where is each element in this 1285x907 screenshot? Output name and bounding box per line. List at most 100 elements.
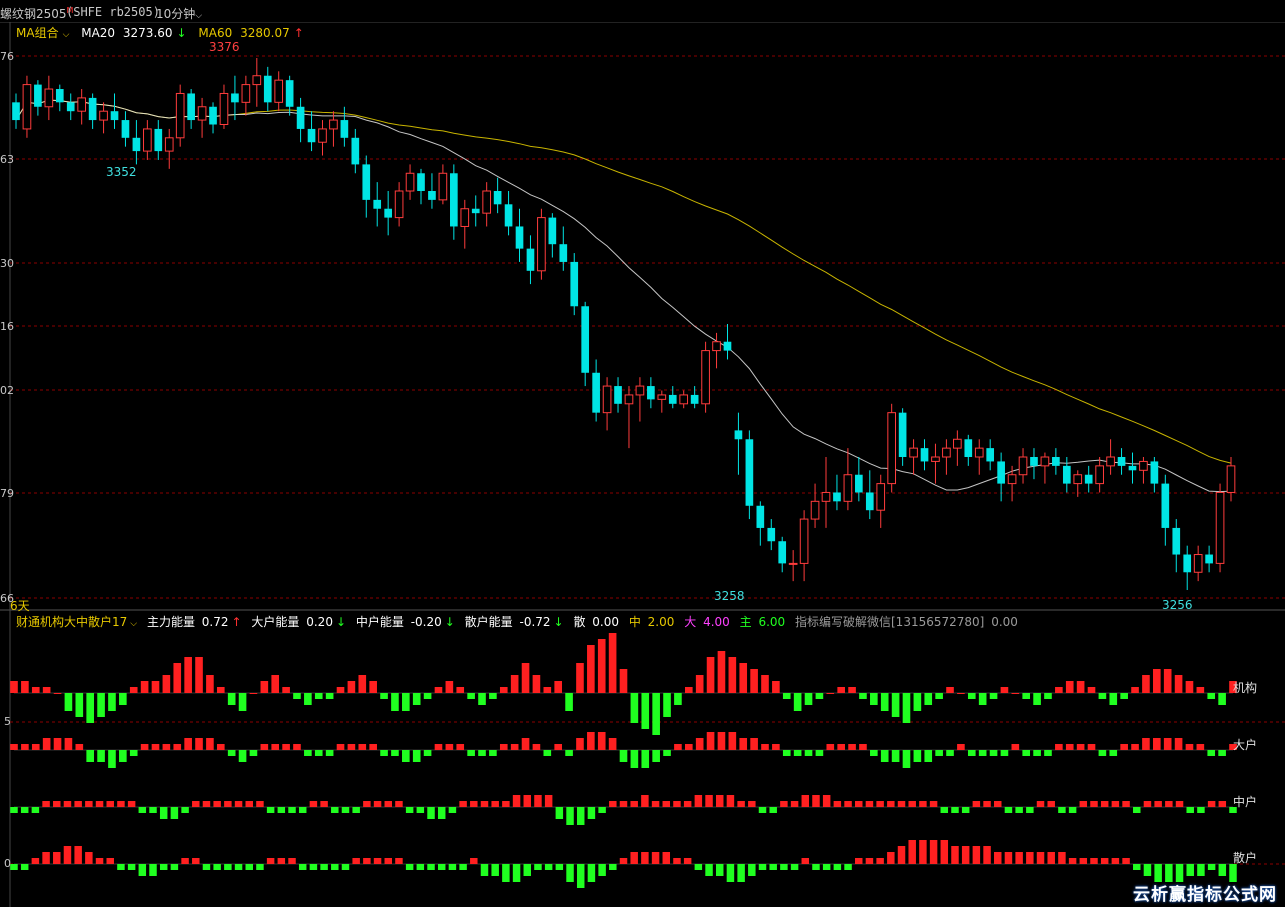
indicator-bar bbox=[42, 738, 51, 750]
indicator-bar bbox=[395, 801, 403, 807]
indicator-bar bbox=[363, 801, 371, 807]
indicator-bar bbox=[1109, 750, 1118, 756]
indicator-bar bbox=[1143, 801, 1152, 807]
candle-body-down bbox=[668, 394, 677, 404]
indicator-bar bbox=[521, 663, 530, 693]
indicator-bar bbox=[523, 795, 532, 807]
indicator-name[interactable]: 财通机构大中散户17 ⌵ bbox=[16, 615, 140, 629]
indicator-bar bbox=[320, 801, 328, 807]
indicator-bar bbox=[652, 693, 660, 735]
indicator-bar bbox=[822, 795, 831, 807]
candle-body-up bbox=[942, 447, 951, 458]
indicator-bar bbox=[1175, 801, 1184, 807]
indicator-bar bbox=[1207, 750, 1216, 756]
candle-body-down bbox=[920, 448, 929, 462]
indicator-bar bbox=[467, 750, 475, 756]
indicator-bar bbox=[1142, 738, 1150, 750]
indicator-bar bbox=[1004, 852, 1013, 864]
indicator-bar bbox=[780, 864, 788, 870]
indicator-bar bbox=[181, 858, 189, 864]
indicator-bar bbox=[314, 693, 323, 699]
candle-body-up bbox=[876, 483, 886, 511]
candle-body-up bbox=[482, 190, 492, 214]
indicator-bar bbox=[630, 750, 639, 768]
indicator-bar bbox=[726, 864, 735, 882]
indicator-bar bbox=[532, 675, 541, 693]
indicator-bar bbox=[216, 687, 225, 693]
indicator-bar bbox=[769, 864, 777, 870]
indicator-bar bbox=[1065, 681, 1074, 693]
indicator-bar bbox=[994, 801, 1002, 807]
indicator-bar bbox=[651, 801, 660, 807]
candle-body-up bbox=[788, 562, 798, 565]
candle-body-up bbox=[1215, 491, 1225, 564]
candle-body-up bbox=[635, 385, 645, 396]
indicator-bar bbox=[1218, 750, 1226, 756]
indicator-bar bbox=[373, 801, 382, 807]
row-label-zhonghu: 中户 bbox=[1233, 795, 1258, 809]
indicator-bar bbox=[739, 663, 748, 693]
indicator-bar bbox=[957, 693, 965, 694]
indicator-bar bbox=[162, 744, 171, 750]
indicator-bar bbox=[75, 744, 84, 750]
indicator-bar bbox=[674, 693, 682, 705]
indicator-bar bbox=[369, 744, 377, 750]
candle-body-down bbox=[767, 527, 776, 542]
indicator-bar bbox=[358, 744, 367, 750]
indicator-bar bbox=[224, 864, 232, 870]
candle-body-up bbox=[602, 385, 612, 414]
indicator-bar bbox=[855, 858, 863, 864]
candle-body-down bbox=[1205, 554, 1213, 564]
indicator-bar bbox=[309, 801, 318, 807]
indicator-bar bbox=[1207, 693, 1216, 699]
candle-body-up bbox=[712, 341, 721, 352]
indicator-bar bbox=[412, 693, 421, 705]
indicator-bar bbox=[373, 858, 382, 864]
candle-body-down bbox=[1052, 457, 1060, 466]
indicator-bar bbox=[891, 693, 900, 717]
indicator-bar bbox=[10, 744, 18, 750]
indicator-bar bbox=[423, 693, 432, 699]
indicator-bar bbox=[192, 801, 200, 807]
candle-body-down bbox=[493, 191, 502, 205]
indicator-bar bbox=[1087, 744, 1096, 750]
y-label: 76 bbox=[0, 50, 14, 63]
ma-group-selector[interactable]: MA组合 ⌵ bbox=[16, 26, 73, 40]
indicator-bar bbox=[448, 807, 457, 813]
indicator-bar bbox=[1015, 807, 1023, 813]
indicator-bar bbox=[224, 801, 232, 807]
indicator-bar bbox=[924, 750, 933, 762]
indicator-bar bbox=[630, 801, 638, 807]
indicator-bar bbox=[837, 744, 845, 750]
candle-body-up bbox=[887, 412, 897, 485]
indicator-bar bbox=[924, 693, 933, 705]
candle-body-down bbox=[745, 439, 754, 506]
indicator-bar bbox=[1047, 852, 1055, 864]
indicator-bar bbox=[512, 864, 521, 882]
indicator-bar bbox=[717, 651, 726, 693]
indicator-bar bbox=[42, 852, 50, 864]
indicator-bar bbox=[1058, 807, 1066, 813]
indicator-bar bbox=[249, 750, 258, 756]
indicator-bar bbox=[683, 801, 692, 807]
indicator-bar bbox=[53, 852, 61, 864]
indicator-bar bbox=[391, 750, 399, 756]
indicator-bar bbox=[994, 852, 1002, 864]
indicator-bar bbox=[31, 858, 40, 864]
indicator-bar bbox=[416, 864, 425, 870]
indicator-bar bbox=[1036, 801, 1045, 807]
indicator-bar bbox=[865, 858, 874, 864]
indicator-bar bbox=[106, 858, 114, 864]
indicator-bar bbox=[31, 687, 40, 693]
candle-body-down bbox=[55, 89, 64, 103]
indicator-bar bbox=[1033, 750, 1041, 756]
indicator-bar bbox=[227, 750, 236, 756]
indicator-bar bbox=[256, 864, 264, 870]
indicator-bar bbox=[663, 750, 671, 756]
indicator-bar bbox=[641, 852, 649, 864]
indicator-bar bbox=[31, 744, 40, 750]
indicator-bar bbox=[227, 693, 236, 705]
candle-body-down bbox=[997, 461, 1005, 484]
indicator-bar bbox=[1055, 687, 1063, 693]
candle-body-up bbox=[1139, 460, 1148, 471]
